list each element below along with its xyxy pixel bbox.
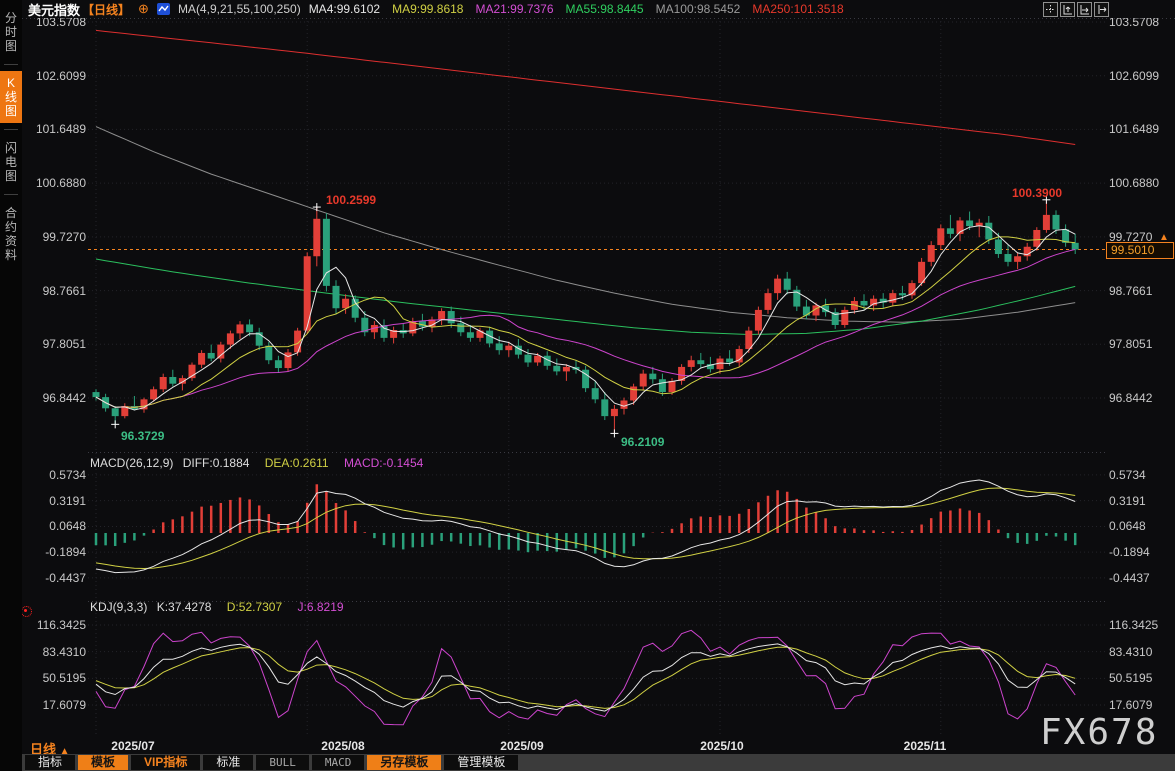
ma-values: MA4:99.6102 MA9:99.8618 MA21:99.7376 MA55:9…: [309, 2, 844, 16]
last-price-tag: 99.5010: [1106, 242, 1174, 259]
y-axis-tick: 98.7661: [1109, 283, 1153, 298]
y-axis-tick: 99.7270: [42, 229, 86, 244]
macd-params-label: MACD(26,12,9): [90, 456, 174, 470]
sidebar-divider: [4, 64, 18, 65]
y-axis-tick: 100.6880: [35, 176, 86, 191]
chart-tool-icons: [1043, 2, 1109, 17]
red-sun-icon[interactable]: [21, 606, 32, 617]
y-axis-tick: 101.6489: [35, 122, 86, 137]
y-axis-tick: 97.8051: [1109, 337, 1153, 352]
y-axis-tick: 96.8442: [42, 390, 86, 405]
y-axis-tick: 0.5734: [49, 467, 86, 482]
macd-dea-value: DEA:0.2611: [264, 456, 329, 470]
bottom-toolbar: 指标 模板 VIP指标 标准 BULL MACD 另存模板 管理模板: [22, 754, 1175, 771]
toolbar-button-MACD[interactable]: MACD: [311, 755, 365, 770]
y-axis-tick: 101.6489: [1109, 122, 1160, 137]
y-axis-tick: -0.4437: [45, 570, 86, 585]
y-axis-tick: 96.8442: [1109, 390, 1153, 405]
ma-value-label: MA9:99.8618: [392, 2, 464, 16]
y-axis-scale-icon[interactable]: [1060, 2, 1075, 17]
kdj-params-label: KDJ(9,3,3): [90, 600, 148, 614]
ma-params-label: MA(4,9,21,55,100,250): [177, 2, 301, 16]
y-axis-tick: 116.3425: [36, 618, 86, 632]
sidebar-divider: [4, 194, 18, 195]
y-axis-tick: 83.4310: [1109, 644, 1153, 659]
toolbar-button-模板[interactable]: 模板: [78, 755, 129, 770]
toolbar-button-另存模板[interactable]: 另存模板: [367, 755, 442, 770]
ma-value-label: MA4:99.6102: [308, 2, 381, 16]
left-sidebar: 分时图 K线图闪电图合约资料: [0, 0, 22, 771]
period-tag: 【日线】: [82, 2, 131, 17]
y-axis-tick: 0.3191: [49, 493, 86, 508]
pan-right-icon[interactable]: [1094, 2, 1109, 17]
kdj-j-value: J:6.8219: [297, 600, 344, 614]
macd-diff-value: DIFF:0.1884: [182, 456, 250, 470]
y-axis-tick: 83.4310: [42, 644, 86, 659]
macd-hist-value: MACD:-0.1454: [343, 456, 424, 470]
x-axis-date: 2025/09: [500, 739, 544, 753]
symbol-title: 美元指数: [28, 2, 81, 18]
sidebar-tab-3[interactable]: 闪电图: [0, 136, 22, 188]
toolbar-button-指标[interactable]: 指标: [25, 755, 76, 770]
y-axis-tick: 0.3191: [1109, 493, 1146, 508]
sidebar-divider: [4, 129, 18, 130]
y-axis-tick: 98.7661: [42, 283, 86, 298]
ma-value-label: MA250:101.3518: [752, 2, 844, 16]
y-axis-tick: 17.6079: [1109, 697, 1153, 712]
y-axis-tick: 102.6099: [1109, 68, 1160, 83]
y-axis-tick: 17.6079: [42, 697, 86, 712]
y-axis-tick: 100.6880: [1109, 176, 1160, 191]
x-axis-date: 2025/11: [903, 739, 947, 753]
low-annotation: 96.3729: [121, 429, 165, 443]
price-up-arrow-icon: ▲: [1159, 232, 1169, 243]
circle-plus-icon[interactable]: ⊕: [138, 1, 149, 17]
y-axis-tick: -0.1894: [1109, 545, 1150, 560]
high-annotation: 100.2599: [326, 193, 377, 207]
y-axis-tick: 0.5734: [1109, 467, 1146, 482]
chart-application: 分时图 K线图闪电图合约资料 美元指数 【日线】 ⊕ MA(4,9,21,55,1…: [0, 0, 1175, 771]
toolbar-button-BULL[interactable]: BULL: [256, 755, 309, 770]
kdj-k-value: K:37.4278: [156, 600, 212, 614]
sidebar-tab-4[interactable]: 合约资料: [0, 201, 22, 267]
y-axis-tick: 0.0648: [1109, 519, 1146, 534]
y-axis-tick: 97.8051: [42, 337, 86, 352]
high-annotation: 100.3900: [1012, 186, 1063, 200]
toolbar-button-VIP指标[interactable]: VIP指标: [131, 755, 201, 770]
toolbar-button-管理模板[interactable]: 管理模板: [444, 755, 519, 770]
kdj-panel-header: KDJ(9,3,3) K:37.4278 D:52.7307 J:6.8219: [90, 600, 344, 614]
y-axis-tick: 116.3425: [1109, 618, 1159, 632]
x-axis-date: 2025/08: [321, 739, 365, 753]
x-axis-date: 2025/07: [111, 739, 155, 753]
ma-value-label: MA21:99.7376: [475, 2, 554, 16]
chart-header: 美元指数 【日线】 ⊕ MA(4,9,21,55,100,250) MA4:99…: [22, 0, 1175, 18]
y-axis-tick: 0.0648: [49, 519, 86, 534]
x-axis-scale-icon[interactable]: [1077, 2, 1092, 17]
y-axis-tick: -0.4437: [1109, 570, 1150, 585]
sidebar-tab-1[interactable]: 分时图: [0, 6, 22, 58]
ma-value-label: MA55:98.8445: [565, 2, 644, 16]
macd-panel-header: MACD(26,12,9) DIFF:0.1884 DEA:0.2611 MAC…: [90, 456, 423, 470]
y-axis-tick: -0.1894: [45, 545, 86, 560]
kdj-d-value: D:52.7307: [226, 600, 283, 614]
y-axis-tick: 50.5195: [42, 671, 86, 686]
y-axis-tick: 50.5195: [1109, 671, 1153, 686]
ma-value-label: MA100:98.5452: [655, 2, 741, 16]
fx678-watermark: FX678: [1040, 712, 1159, 753]
low-annotation: 96.2109: [621, 435, 665, 449]
toolbar-button-标准[interactable]: 标准: [203, 755, 254, 770]
x-axis-date: 2025/10: [700, 739, 744, 753]
y-axis-tick: 102.6099: [35, 68, 86, 83]
sidebar-tab-2[interactable]: K线图: [0, 71, 22, 123]
crosshair-icon[interactable]: [1043, 2, 1058, 17]
candlestick-chart-icon[interactable]: [156, 3, 170, 15]
chart-canvas[interactable]: [0, 0, 1175, 771]
